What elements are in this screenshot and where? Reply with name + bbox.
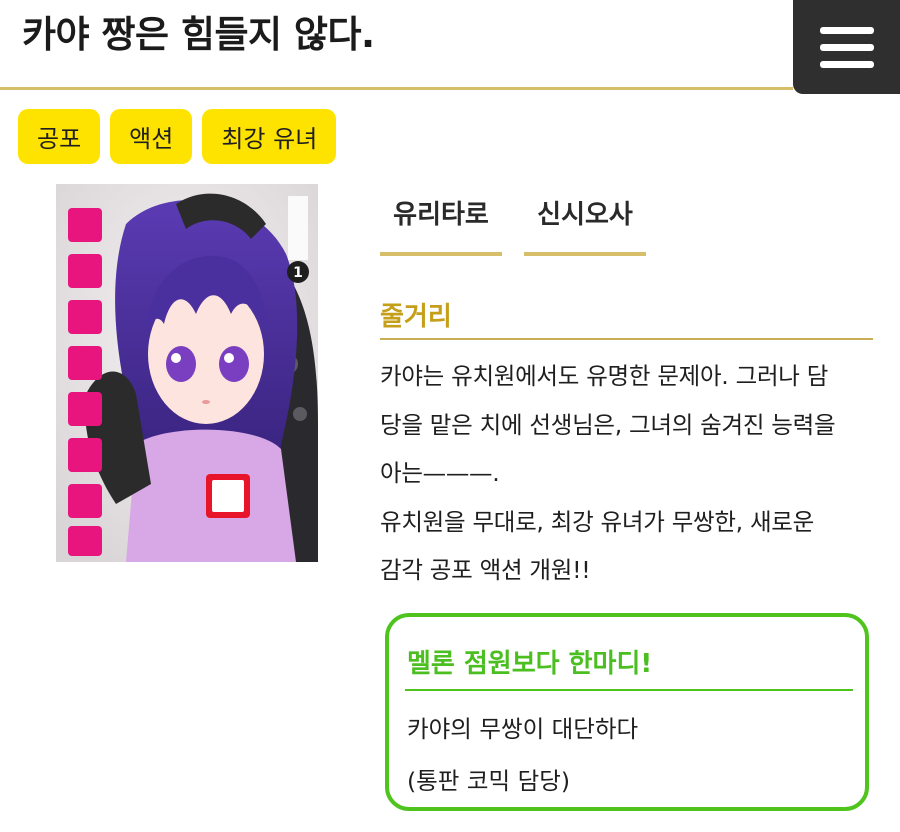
cover-illustration: 1 bbox=[56, 184, 318, 562]
site-header: 카야 짱은 힘들지 않다. bbox=[0, 0, 900, 94]
author-link[interactable]: 유리타로 bbox=[380, 190, 502, 256]
synopsis-divider bbox=[380, 338, 873, 340]
cover-image[interactable]: 1 bbox=[56, 184, 318, 562]
author-link[interactable]: 신시오사 bbox=[524, 190, 646, 256]
hamburger-menu-icon-bar bbox=[819, 43, 874, 51]
hamburger-menu-icon bbox=[819, 26, 874, 34]
header-divider bbox=[0, 87, 793, 90]
staff-comment-line: 카야의 무쌍이 대단하다 bbox=[407, 715, 639, 743]
menu-button[interactable] bbox=[793, 0, 900, 94]
tag-strongest-girl[interactable]: 최강 유녀 bbox=[202, 109, 337, 164]
staff-comment-line: (통판 코믹 담당) bbox=[407, 767, 570, 795]
staff-comment-body: 카야의 무쌍이 대단하다 (통판 코믹 담당) bbox=[407, 703, 638, 807]
staff-comment-title: 멜론 점원보다 한마디! bbox=[407, 649, 653, 679]
staff-comment-divider bbox=[405, 689, 853, 691]
page-title: 카야 짱은 힘들지 않다. bbox=[22, 13, 375, 56]
synopsis-line: 당을 맡은 치에 선생님은, 그녀의 숨겨진 능력을 bbox=[380, 410, 836, 439]
tag-horror[interactable]: 공포 bbox=[18, 109, 101, 164]
staff-comment-box: 멜론 점원보다 한마디! 카야의 무쌍이 대단하다 (통판 코믹 담당) bbox=[385, 613, 869, 811]
synopsis-line: 카야는 유치원에서도 유명한 문제아. 그러나 담 bbox=[380, 362, 829, 390]
hamburger-menu-icon-bar bbox=[819, 60, 874, 68]
synopsis-line: 감각 공포 액션 개원!! bbox=[380, 556, 591, 584]
synopsis-line: 유치원을 무대로, 최강 유녀가 무쌍한, 새로운 bbox=[380, 507, 814, 536]
volume-number: 1 bbox=[293, 265, 303, 281]
genre-tags: 공포 액션 최강 유녀 bbox=[18, 109, 337, 164]
synopsis-line: 아는———. bbox=[380, 459, 500, 487]
tag-action[interactable]: 액션 bbox=[110, 109, 193, 164]
credit-links: 유리타로 신시오사 bbox=[380, 190, 646, 256]
synopsis-heading: 줄거리 bbox=[380, 302, 452, 332]
synopsis-text: 카야는 유치원에서도 유명한 문제아. 그러나 담 당을 맡은 치에 선생님은,… bbox=[380, 352, 880, 595]
